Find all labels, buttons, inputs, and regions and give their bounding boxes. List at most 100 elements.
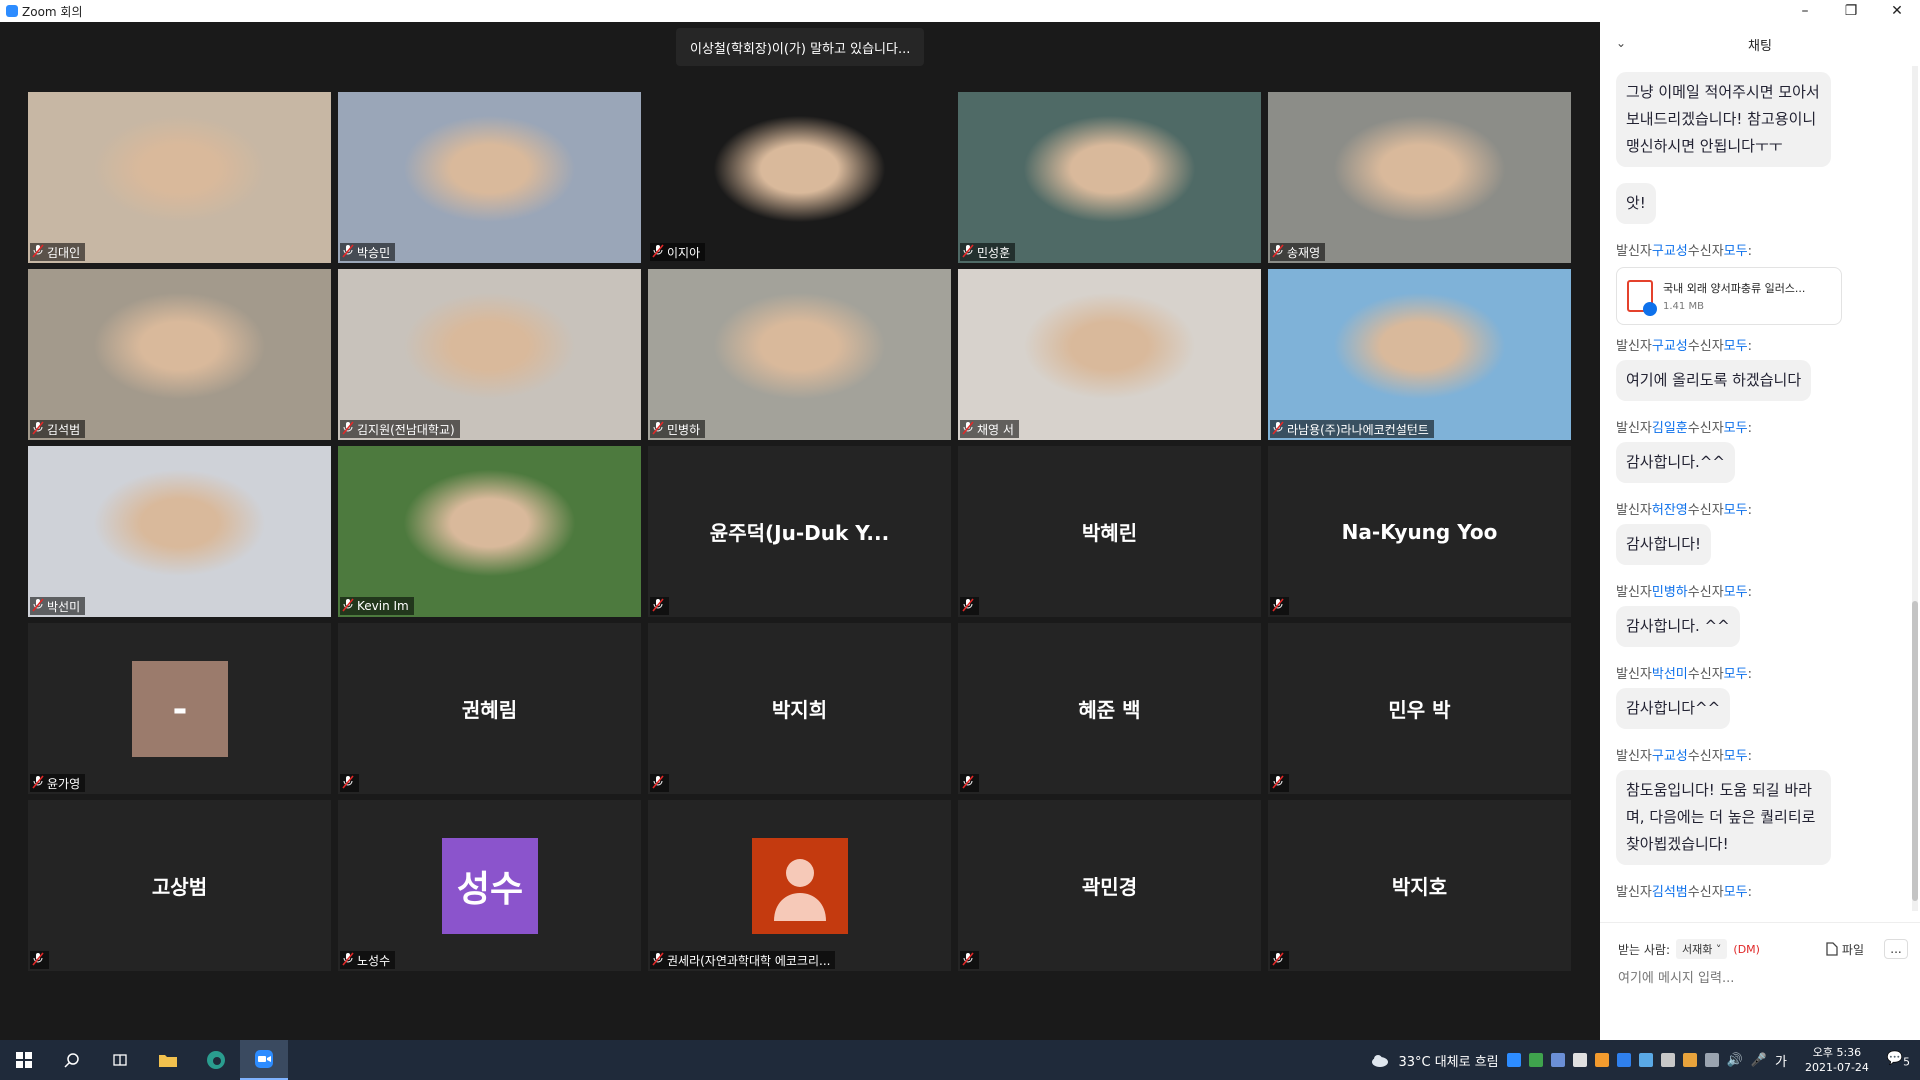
sender-name[interactable]: 구교성: [1652, 749, 1688, 764]
window-title: Zoom 회의: [22, 4, 83, 19]
participant-tile[interactable]: 김석범: [28, 269, 331, 440]
app-tray-icon[interactable]: [1594, 1053, 1609, 1067]
chevron-down-icon[interactable]: ⌄: [1616, 36, 1626, 50]
video-gallery: 이상철(학회장)이(가) 말하고 있습니다... 김대인 박승민 이지아 민성훈 송재영…: [0, 22, 1600, 1040]
participant-tile[interactable]: 박승민: [338, 92, 641, 263]
close-icon[interactable]: ✕: [1874, 0, 1920, 22]
zoom-taskbar-button[interactable]: [240, 1040, 288, 1080]
clock[interactable]: 오후 5:36 2021-07-24: [1805, 1045, 1869, 1075]
participant-tile[interactable]: 송재영: [1268, 92, 1571, 263]
file-attachment[interactable]: 국내 외래 양서파충류 일러스... 1.41 MB: [1616, 267, 1842, 325]
mic-muted-icon: [652, 243, 664, 261]
sender-name[interactable]: 박선미: [1652, 667, 1688, 682]
participant-nametag: 민성훈: [960, 243, 1016, 261]
sender-name[interactable]: 구교성: [1652, 244, 1688, 259]
message-sender-line: 발신자구교성수신자모두:: [1616, 240, 1896, 259]
receiver-name[interactable]: 모두: [1724, 421, 1748, 436]
participant-tile[interactable]: - 윤가영: [28, 623, 331, 794]
chat-message[interactable]: 그냥 이메일 적어주시면 모아서 보내드리겠습니다! 참고용이니 맹신하시면 안…: [1616, 72, 1831, 167]
task-view-button[interactable]: [96, 1040, 144, 1080]
file-explorer-button[interactable]: [144, 1040, 192, 1080]
security-tray-icon[interactable]: [1682, 1053, 1697, 1067]
chat-message[interactable]: 여기에 올리도록 하겠습니다: [1616, 360, 1812, 401]
participant-tile[interactable]: 박지호: [1268, 800, 1571, 971]
search-button[interactable]: [48, 1040, 96, 1080]
chat-scrollbar[interactable]: [1912, 66, 1918, 911]
chat-message[interactable]: 감사합니다. ^^: [1616, 606, 1740, 647]
participant-tile[interactable]: 김대인: [28, 92, 331, 263]
participant-tile[interactable]: 권혜림: [338, 623, 641, 794]
receiver-name[interactable]: 모두: [1724, 749, 1748, 764]
receiver-name[interactable]: 모두: [1724, 244, 1748, 259]
recipient-select[interactable]: 서재화 ˅: [1676, 939, 1728, 959]
chat-message-list[interactable]: 그냥 이메일 적어주시면 모아서 보내드리겠습니다! 참고용이니 맹신하시면 안…: [1600, 66, 1910, 906]
restore-icon[interactable]: ❐: [1828, 0, 1874, 22]
receiver-name[interactable]: 모두: [1724, 885, 1748, 900]
mic-muted-icon: [1272, 243, 1284, 261]
minimize-icon[interactable]: –: [1782, 0, 1828, 22]
sender-name[interactable]: 김석범: [1652, 885, 1688, 900]
kakao-tray-icon[interactable]: [1616, 1053, 1631, 1067]
bluetooth-icon[interactable]: [1638, 1053, 1653, 1067]
participant-tile[interactable]: Na-Kyung Yoo: [1268, 446, 1571, 617]
chat-scrollbar-thumb[interactable]: [1912, 601, 1918, 901]
participant-tile[interactable]: 박지희: [648, 623, 951, 794]
participant-name: 이지아: [667, 245, 701, 260]
participant-tile[interactable]: 이지아: [648, 92, 951, 263]
sender-name[interactable]: 민병하: [1652, 585, 1688, 600]
more-options-button[interactable]: ...: [1884, 939, 1908, 959]
participant-tile[interactable]: Kevin Im: [338, 446, 641, 617]
sender-name[interactable]: 김일훈: [1652, 421, 1688, 436]
participant-video: [338, 446, 641, 617]
sender-name[interactable]: 구교성: [1652, 339, 1688, 354]
chat-message[interactable]: 감사합니다!: [1616, 524, 1712, 565]
receiver-name[interactable]: 모두: [1724, 585, 1748, 600]
speaker-icon[interactable]: 🔊: [1727, 1053, 1743, 1068]
participant-tile[interactable]: 민성훈: [958, 92, 1261, 263]
excel-tray-icon[interactable]: [1528, 1053, 1543, 1067]
ime-indicator[interactable]: 가: [1775, 1051, 1787, 1070]
network-icon[interactable]: [1704, 1053, 1719, 1067]
sender-name[interactable]: 허잔영: [1652, 503, 1688, 518]
participant-tile[interactable]: 김지원(전남대학교): [338, 269, 641, 440]
start-button[interactable]: [0, 1040, 48, 1080]
receiver-prefix: 수신자: [1687, 667, 1724, 682]
participant-name: 박승민: [357, 245, 391, 260]
chat-message[interactable]: 감사합니다.^^: [1616, 442, 1735, 483]
participant-tile[interactable]: 성수 노성수: [338, 800, 641, 971]
zoom-tray-icon[interactable]: [1506, 1053, 1521, 1067]
dropbox-tray-icon[interactable]: [1572, 1053, 1587, 1067]
sender-colon: :: [1747, 667, 1752, 682]
participant-tile[interactable]: 권세라(자연과학대학 에코크리...: [648, 800, 951, 971]
notification-icon[interactable]: 💬5: [1887, 1051, 1910, 1069]
receiver-name[interactable]: 모두: [1724, 667, 1748, 682]
chat-message[interactable]: 앗!: [1616, 183, 1656, 224]
message-input[interactable]: [1618, 967, 1898, 989]
participant-tile[interactable]: 윤주덕(Ju-Duk Y...: [648, 446, 951, 617]
participant-tile[interactable]: 민병하: [648, 269, 951, 440]
shield-icon[interactable]: [1550, 1053, 1565, 1067]
receiver-name[interactable]: 모두: [1724, 503, 1748, 518]
participant-tile[interactable]: 곽민경: [958, 800, 1261, 971]
participant-name: 권세라(자연과학대학 에코크리...: [667, 953, 831, 968]
participant-tile[interactable]: 라남용(주)라나에코컨설턴트: [1268, 269, 1571, 440]
sender-prefix: 발신자: [1616, 749, 1652, 764]
participant-nametag: 김지원(전남대학교): [340, 420, 460, 438]
participant-tile[interactable]: 고상범: [28, 800, 331, 971]
edge-browser-button[interactable]: [192, 1040, 240, 1080]
participant-nametag: [1270, 597, 1289, 615]
sender-colon: :: [1747, 885, 1752, 900]
file-button[interactable]: 파일: [1826, 941, 1864, 958]
participant-tile[interactable]: 박선미: [28, 446, 331, 617]
participant-tile[interactable]: 혜준 백: [958, 623, 1261, 794]
usb-icon[interactable]: [1660, 1053, 1675, 1067]
participant-nametag: [340, 774, 359, 792]
participant-tile[interactable]: 박혜린: [958, 446, 1261, 617]
receiver-name[interactable]: 모두: [1724, 339, 1748, 354]
microphone-icon[interactable]: 🎤: [1751, 1053, 1767, 1068]
participant-tile[interactable]: 채영 서: [958, 269, 1261, 440]
weather-text[interactable]: 33°C 대체로 흐림: [1398, 1051, 1498, 1070]
participant-tile[interactable]: 민우 박: [1268, 623, 1571, 794]
chat-message[interactable]: 참도움입니다! 도움 되길 바라며, 다음에는 더 높은 퀄리티로 찾아뵙겠습니…: [1616, 770, 1831, 865]
chat-message[interactable]: 감사합니다^^: [1616, 688, 1731, 729]
